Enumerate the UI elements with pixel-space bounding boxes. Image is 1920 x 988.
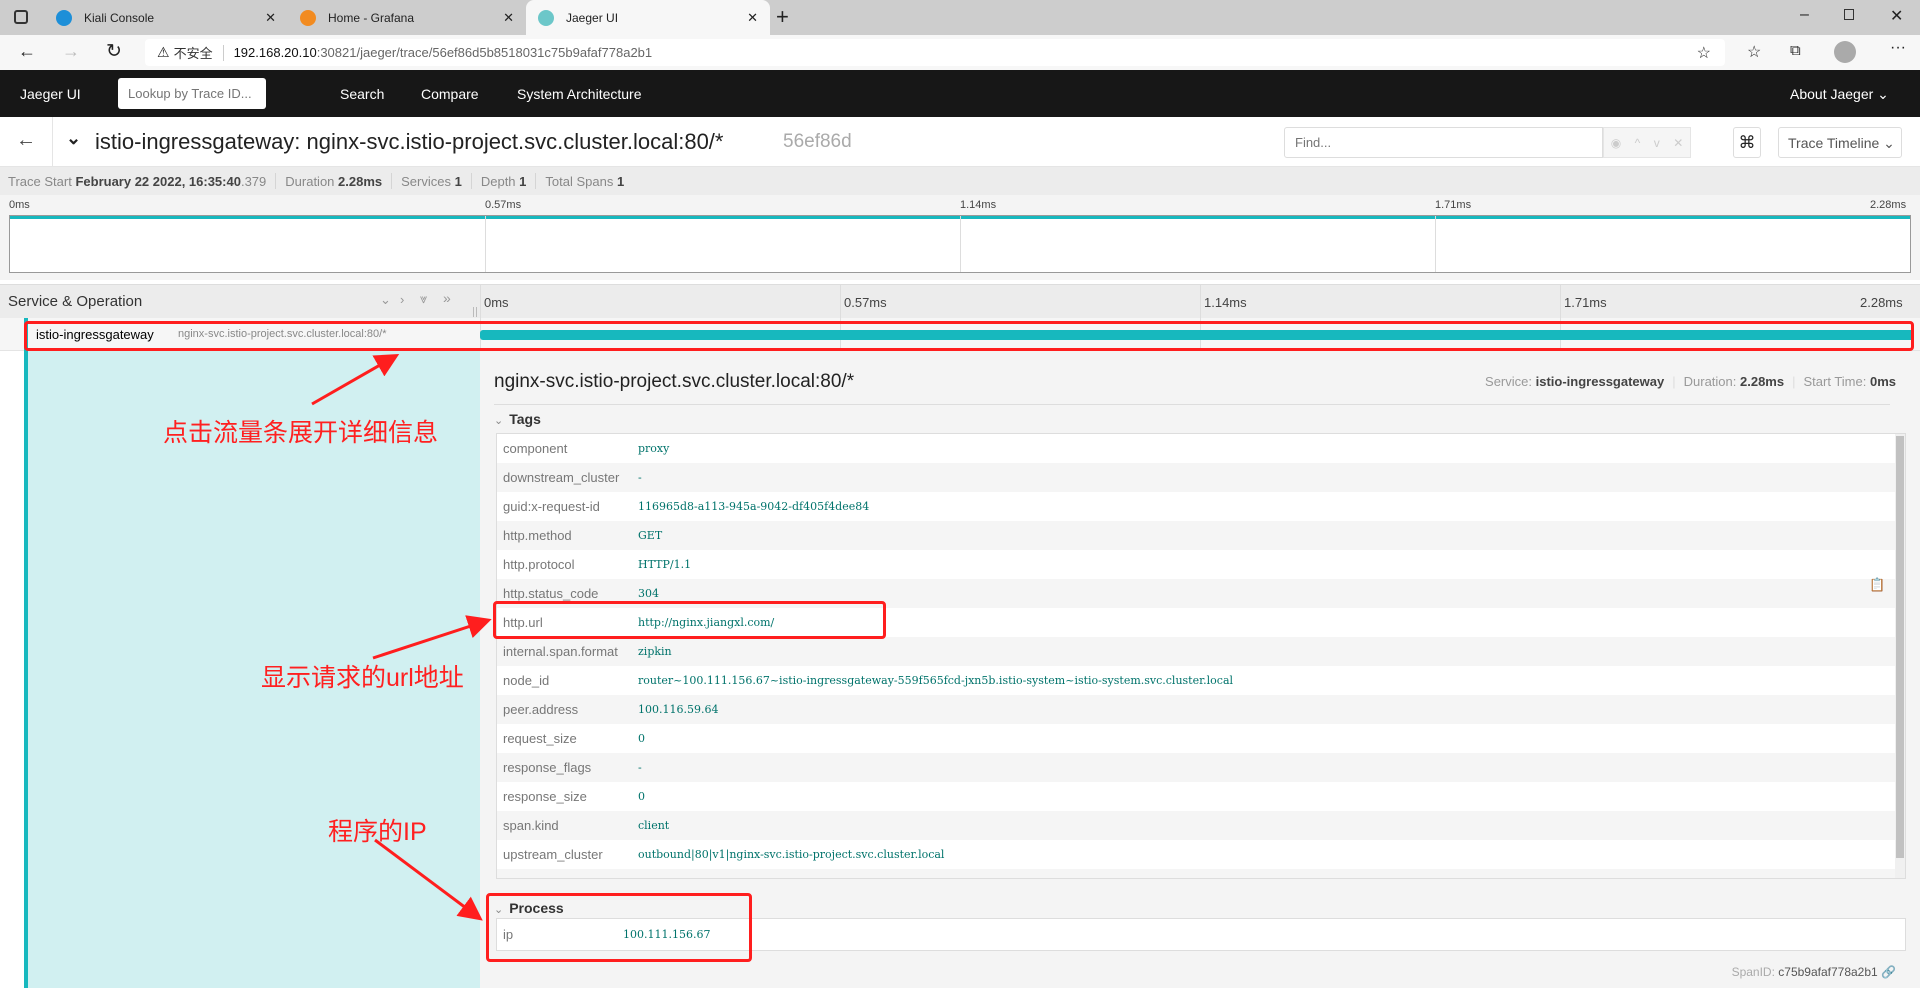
arrow-icon — [374, 838, 483, 921]
arrow-icon — [372, 615, 492, 660]
annotation-ip: 程序的IP — [328, 818, 427, 846]
annotation-expand: 点击流量条展开详细信息 — [163, 419, 439, 447]
arrow-icon — [311, 354, 400, 406]
annotation-arrows — [311, 354, 492, 921]
annotation-url: 显示请求的url地址 — [261, 664, 464, 692]
